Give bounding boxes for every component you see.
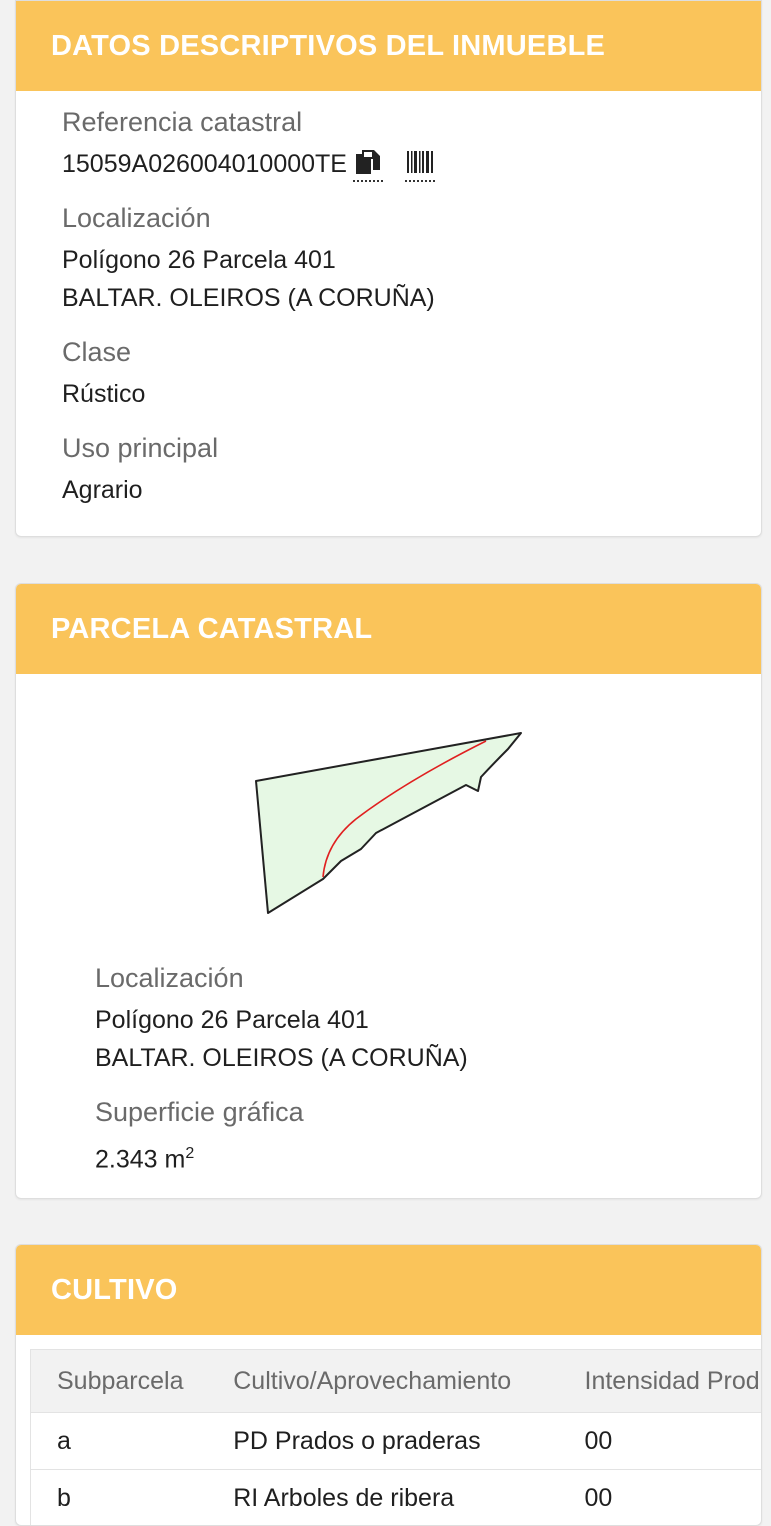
localizacion-line1: Polígono 26 Parcela 401 — [62, 246, 336, 274]
localizacion-line2: BALTAR. OLEIROS (A CORUÑA) — [62, 284, 435, 312]
datos-descriptivos-panel: DATOS DESCRIPTIVOS DEL INMUEBLE Referenc… — [15, 0, 762, 537]
table-header-row: Subparcela Cultivo/Aprovechamiento Inten… — [31, 1349, 761, 1413]
cell-cultivo: RI Arboles de ribera — [207, 1469, 559, 1525]
col-subparcela: Subparcela — [31, 1349, 208, 1413]
referencia-label: Referencia catastral — [62, 107, 303, 137]
localizacion-label: Localización — [95, 963, 244, 993]
superficie-field: Superficie gráfica 2.343 m2 — [95, 1095, 304, 1178]
superficie-number: 2.343 m — [95, 1145, 186, 1174]
panel-title: DATOS DESCRIPTIVOS DEL INMUEBLE — [16, 1, 761, 91]
cultivo-table-scroll[interactable]: Subparcela Cultivo/Aprovechamiento Inten… — [30, 1349, 761, 1525]
cell-intensidad: 00 — [558, 1469, 761, 1525]
col-cultivo: Cultivo/Aprovechamiento — [207, 1349, 559, 1413]
localizacion-label: Localización — [62, 203, 211, 233]
superficie-label: Superficie gráfica — [95, 1097, 304, 1127]
uso-value: Agrario — [62, 476, 143, 504]
clase-value: Rústico — [62, 380, 146, 408]
cell-cultivo: PD Prados o praderas — [207, 1412, 559, 1470]
cell-subparcela: b — [31, 1469, 208, 1525]
cell-subparcela: a — [31, 1412, 208, 1470]
localizacion-field: Localización Polígono 26 Parcela 401 BAL… — [62, 201, 435, 317]
cultivo-panel: CULTIVO Subparcela Cultivo/Aprovechamien… — [15, 1244, 762, 1526]
cell-intensidad: 00 — [558, 1412, 761, 1470]
panel-title: PARCELA CATASTRAL — [16, 584, 761, 674]
table-row: b RI Arboles de ribera 00 — [31, 1469, 761, 1525]
copy-icon[interactable] — [353, 146, 383, 182]
parcel-shape — [255, 732, 522, 914]
parcela-catastral-panel: PARCELA CATASTRAL Localización Polígono … — [15, 583, 762, 1199]
col-intensidad: Intensidad Prod — [558, 1349, 761, 1413]
cultivo-table: Subparcela Cultivo/Aprovechamiento Inten… — [31, 1349, 761, 1525]
referencia-value: 15059A026004010000TE — [62, 150, 347, 178]
barcode-icon[interactable] — [405, 146, 435, 182]
superficie-value: 2.343 m2 — [95, 1135, 304, 1178]
referencia-field: Referencia catastral 15059A026004010000T… — [62, 105, 435, 183]
panel-title: CULTIVO — [16, 1245, 761, 1335]
clase-label: Clase — [62, 337, 132, 367]
localizacion-line2: BALTAR. OLEIROS (A CORUÑA) — [95, 1044, 468, 1072]
uso-label: Uso principal — [62, 433, 219, 463]
uso-field: Uso principal Agrario — [62, 431, 218, 509]
parcela-localizacion-field: Localización Polígono 26 Parcela 401 BAL… — [95, 961, 468, 1077]
table-row: a PD Prados o praderas 00 — [31, 1412, 761, 1470]
clase-field: Clase Rústico — [62, 335, 145, 413]
superficie-exponent: 2 — [185, 1145, 195, 1162]
parcel-map — [246, 719, 531, 914]
localizacion-line1: Polígono 26 Parcela 401 — [95, 1006, 369, 1034]
